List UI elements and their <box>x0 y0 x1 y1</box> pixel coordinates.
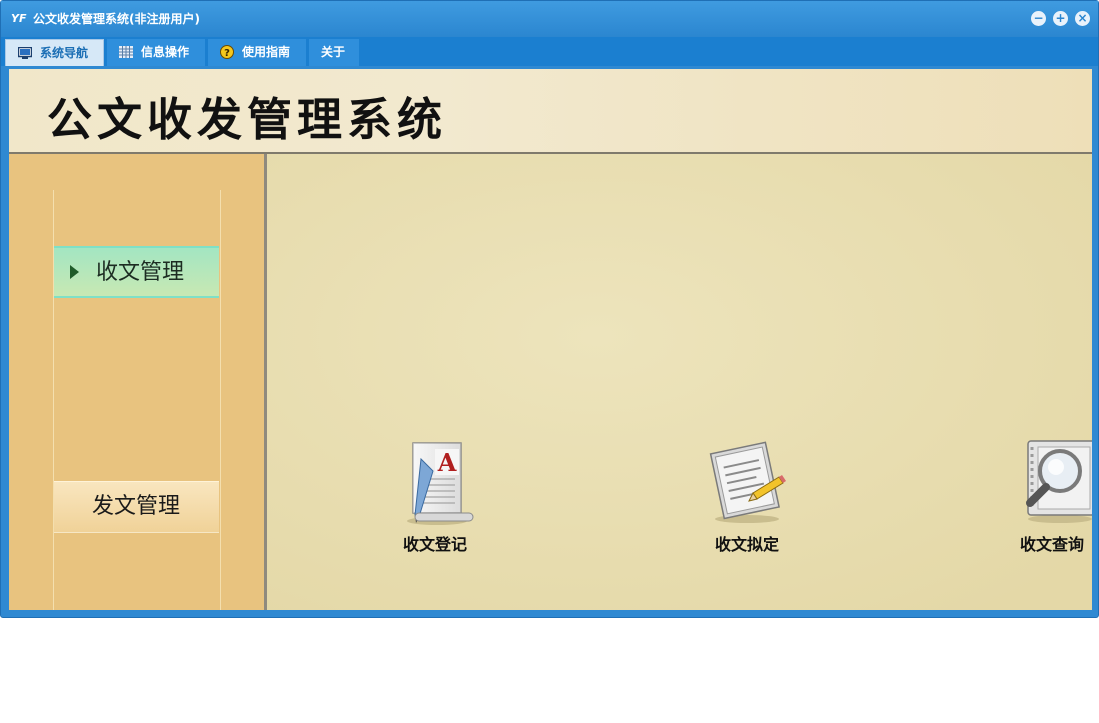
sidebar-item-outgoing-docs[interactable]: 发文管理 <box>54 481 219 533</box>
sidebar-item-label: 发文管理 <box>92 494 181 519</box>
page-title: 公文收发管理系统 <box>47 93 448 146</box>
document-search-icon <box>1026 440 1092 523</box>
tile-label: 收文查询 <box>1019 535 1084 554</box>
arrow-right-icon <box>70 265 79 279</box>
sidebar-item-incoming-docs[interactable]: 收文管理 <box>54 246 219 298</box>
minimize-icon[interactable]: − <box>1031 11 1046 26</box>
menu-bar: 系统导航 信息操作 ? 使用指南 关于 <box>1 37 1098 66</box>
help-icon: ? <box>220 45 234 59</box>
tab-label: 系统导航 <box>40 46 89 60</box>
tab-label: 信息操作 <box>141 45 190 59</box>
tab-label: 使用指南 <box>242 45 291 59</box>
main-panel: A 收文登记 收文拟定 收文查询 <box>267 154 1092 610</box>
window-title: 公文收发管理系统(非注册用户) <box>33 12 200 26</box>
title-bar[interactable]: YF 公文收发管理系统(非注册用户) − + × <box>1 1 1098 37</box>
app-window: YF 公文收发管理系统(非注册用户) − + × 系统导航 信息操作 ? 使用指… <box>0 0 1099 618</box>
tile-incoming-draft[interactable]: 收文拟定 <box>687 439 807 569</box>
svg-text:A: A <box>437 448 457 477</box>
document-letter-a-icon: A <box>407 442 474 525</box>
close-icon[interactable]: × <box>1075 11 1090 26</box>
tile-incoming-search[interactable]: 收文查询 <box>992 439 1092 569</box>
tile-label: 收文拟定 <box>714 535 779 554</box>
sidebar-item-label: 收文管理 <box>96 260 185 285</box>
tab-about[interactable]: 关于 <box>309 39 359 66</box>
svg-text:?: ? <box>224 48 230 59</box>
tab-user-guide[interactable]: ? 使用指南 <box>208 39 306 66</box>
tab-label: 关于 <box>321 45 346 59</box>
monitor-icon <box>18 47 32 59</box>
tile-label: 收文登记 <box>402 535 467 554</box>
document-pencil-icon <box>709 441 786 523</box>
sidebar: 收文管理 发文管理 <box>9 154 264 610</box>
tile-incoming-register[interactable]: A 收文登记 <box>375 439 495 569</box>
header-banner: 公文收发管理系统 <box>9 69 1092 153</box>
maximize-icon[interactable]: + <box>1053 11 1068 26</box>
tab-info-operations[interactable]: 信息操作 <box>107 39 205 66</box>
yf-logo-icon: YF <box>11 12 27 25</box>
tab-system-navigation[interactable]: 系统导航 <box>5 39 104 66</box>
grid-icon <box>119 46 133 58</box>
content-area: 公文收发管理系统 收文管理 发文管理 A 收文登记 收文拟定 收文查询 <box>9 69 1092 610</box>
